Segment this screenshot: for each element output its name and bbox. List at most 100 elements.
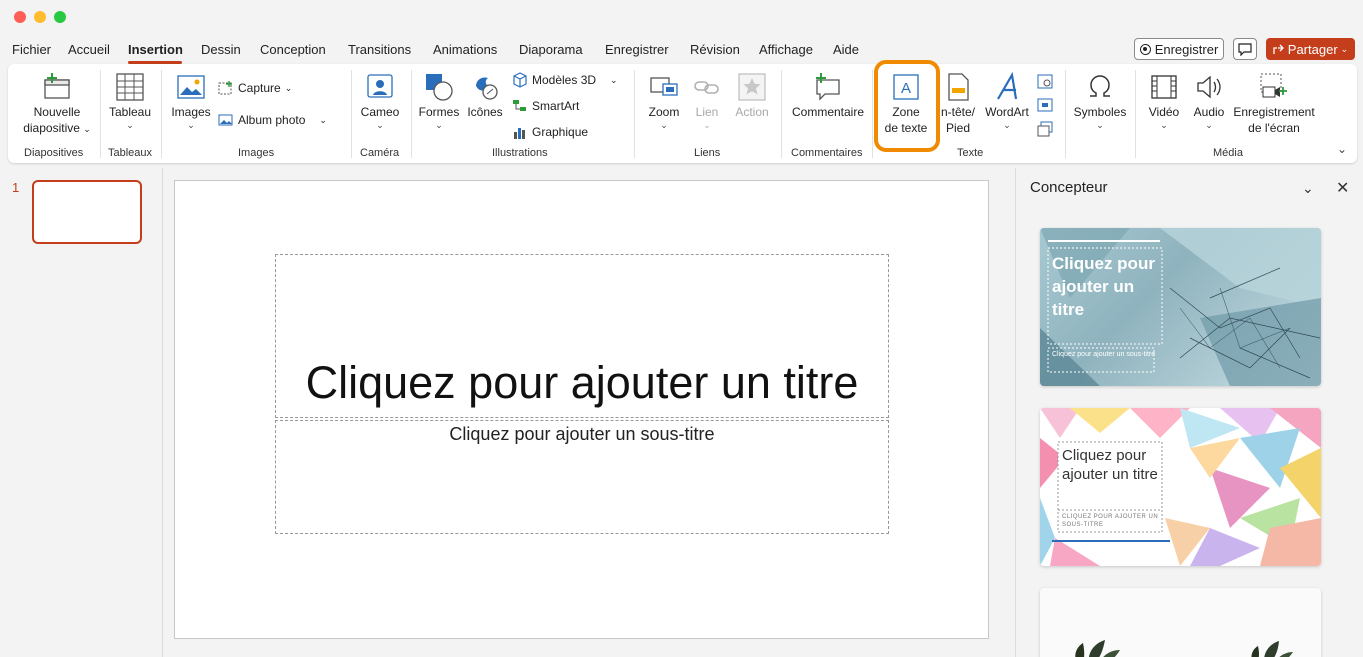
shapes-label: Formes (418, 105, 460, 119)
slide-thumbnail[interactable] (32, 180, 142, 244)
header-footer-icon (948, 73, 969, 101)
tab-enregistrer[interactable]: Enregistrer (605, 42, 669, 57)
chevron-down-icon[interactable]: ⌄ (1302, 180, 1314, 197)
shapes-icon (426, 74, 453, 101)
action-button[interactable]: Action (730, 72, 774, 120)
chart-button[interactable]: Graphique (512, 124, 588, 140)
comment-icon (1238, 42, 1252, 56)
shapes-button[interactable]: Formes ⌄ (416, 72, 462, 130)
group-label-media: Média (1213, 147, 1243, 159)
design-idea-2[interactable]: Cliquez pour ajouter un titre CLIQUEZ PO… (1040, 408, 1321, 566)
icons-button[interactable]: Icônes (464, 72, 506, 120)
tab-affichage[interactable]: Affichage (759, 42, 813, 57)
film-icon (1151, 75, 1177, 99)
tab-conception[interactable]: Conception (260, 42, 326, 57)
close-window-button[interactable] (14, 11, 26, 23)
cube-icon (513, 72, 527, 88)
cameo-button[interactable]: Cameo ⌄ (356, 72, 404, 130)
collapse-ribbon-chevron-icon[interactable]: ⌄ (1337, 142, 1347, 156)
tab-revision[interactable]: Révision (690, 42, 740, 57)
powerpoint-window: Fichier Accueil Insertion Dessin Concept… (0, 0, 1363, 657)
plant-leaves-art (1075, 640, 1293, 657)
design-idea-1[interactable]: Cliquez pour ajouter un titre Cliquez po… (1040, 228, 1321, 386)
new-slide-button[interactable]: Nouvelle diapositive ⌄ (18, 72, 96, 137)
wordart-button[interactable]: WordArt ⌄ (982, 72, 1032, 130)
record-button[interactable]: Enregistrer (1134, 38, 1224, 60)
photo-album-icon (218, 114, 233, 126)
zoom-label: Zoom (648, 105, 680, 119)
group-label-images: Images (238, 147, 275, 159)
tab-diaporama[interactable]: Diaporama (519, 42, 583, 57)
table-label: Tableau (108, 105, 152, 119)
design-2-subtitle: CLIQUEZ POUR AJOUTER UN SOUS-TITRE (1062, 514, 1159, 528)
tab-animations[interactable]: Animations (433, 42, 497, 57)
group-label-links: Liens (694, 147, 721, 159)
screen-recording-label-1: Enregistrement (1233, 105, 1315, 119)
bar-chart-icon (514, 128, 525, 139)
wordart-icon (997, 72, 1018, 100)
video-button[interactable]: Vidéo ⌄ (1142, 72, 1186, 130)
icons-icon (476, 77, 498, 100)
photo-album-button[interactable]: Album photo ⌄ (218, 112, 327, 128)
capture-label: Capture (238, 81, 281, 95)
symbols-button[interactable]: Symboles ⌄ (1070, 72, 1130, 130)
wordart-label: WordArt (985, 105, 1029, 119)
link-label: Lien (695, 105, 719, 119)
table-button[interactable]: Tableau ⌄ (104, 72, 156, 130)
3d-models-button[interactable]: Modèles 3D ⌄ (512, 72, 618, 88)
share-button[interactable]: Partager ⌄ (1266, 38, 1355, 60)
group-label-camera: Caméra (360, 147, 400, 159)
comments-button[interactable] (1233, 38, 1257, 60)
audio-button[interactable]: Audio ⌄ (1188, 72, 1230, 130)
zoom-window-button[interactable] (54, 11, 66, 23)
header-footer-label-1: n-tête/ (940, 105, 976, 119)
design-1-subtitle: Cliquez pour ajouter un sous-titre (1052, 351, 1156, 358)
tab-fichier[interactable]: Fichier (12, 42, 51, 57)
title-placeholder[interactable]: Cliquez pour ajouter un titre (275, 254, 889, 418)
new-comment-button[interactable]: Commentaire (788, 72, 868, 120)
image-icon (177, 75, 205, 99)
screenshot-icon (218, 81, 232, 95)
video-label: Vidéo (1148, 105, 1180, 119)
group-label-illustrations: Illustrations (492, 147, 548, 159)
record-icon (1139, 43, 1151, 55)
cameo-label: Cameo (360, 105, 400, 119)
slide-canvas[interactable]: Cliquez pour ajouter un titre Cliquez po… (174, 180, 989, 639)
share-icon (1273, 44, 1284, 54)
design-idea-3[interactable] (1040, 588, 1321, 657)
header-footer-button[interactable]: n-tête/ Pied (938, 72, 978, 136)
object-icon[interactable] (1036, 120, 1054, 138)
group-label-text: Texte (957, 147, 984, 159)
minimize-window-button[interactable] (34, 11, 46, 23)
new-slide-label-2: diapositive (23, 121, 80, 135)
tab-accueil[interactable]: Accueil (68, 42, 110, 57)
smartart-label: SmartArt (532, 99, 580, 113)
smartart-button[interactable]: SmartArt (512, 98, 579, 114)
3d-models-label: Modèles 3D (532, 73, 597, 87)
group-label-slides: Diapositives (24, 147, 84, 159)
capture-button[interactable]: Capture ⌄ (218, 80, 292, 96)
text-box-highlight (874, 60, 940, 152)
tab-dessin[interactable]: Dessin (201, 42, 241, 57)
icons-label: Icônes (467, 105, 503, 119)
images-button[interactable]: Images ⌄ (168, 72, 214, 130)
designer-title: Concepteur (1030, 179, 1108, 196)
zoom-icon (650, 77, 678, 96)
date-time-icon[interactable] (1036, 72, 1054, 90)
subtitle-placeholder[interactable]: Cliquez pour ajouter un sous-titre (275, 420, 889, 534)
header-footer-label-2: Pied (945, 121, 971, 135)
slide-number-icon[interactable] (1036, 96, 1054, 114)
link-button[interactable]: Lien ⌄ (688, 72, 726, 130)
new-slide-icon (44, 73, 70, 99)
screen-recording-button[interactable]: Enregistrement de l'écran (1232, 72, 1316, 136)
tab-aide[interactable]: Aide (833, 42, 859, 57)
close-icon[interactable]: ✕ (1336, 178, 1349, 198)
screen-recording-label-2: de l'écran (1248, 121, 1300, 135)
group-label-comments: Commentaires (791, 147, 863, 159)
zoom-button[interactable]: Zoom ⌄ (642, 72, 686, 130)
tab-transitions[interactable]: Transitions (348, 42, 411, 57)
photo-album-label: Album photo (238, 113, 306, 127)
tab-insertion[interactable]: Insertion (128, 42, 183, 57)
design-2-title: Cliquez pour ajouter un titre (1062, 447, 1158, 483)
design-1-title: Cliquez pour ajouter un titre (1052, 254, 1155, 319)
